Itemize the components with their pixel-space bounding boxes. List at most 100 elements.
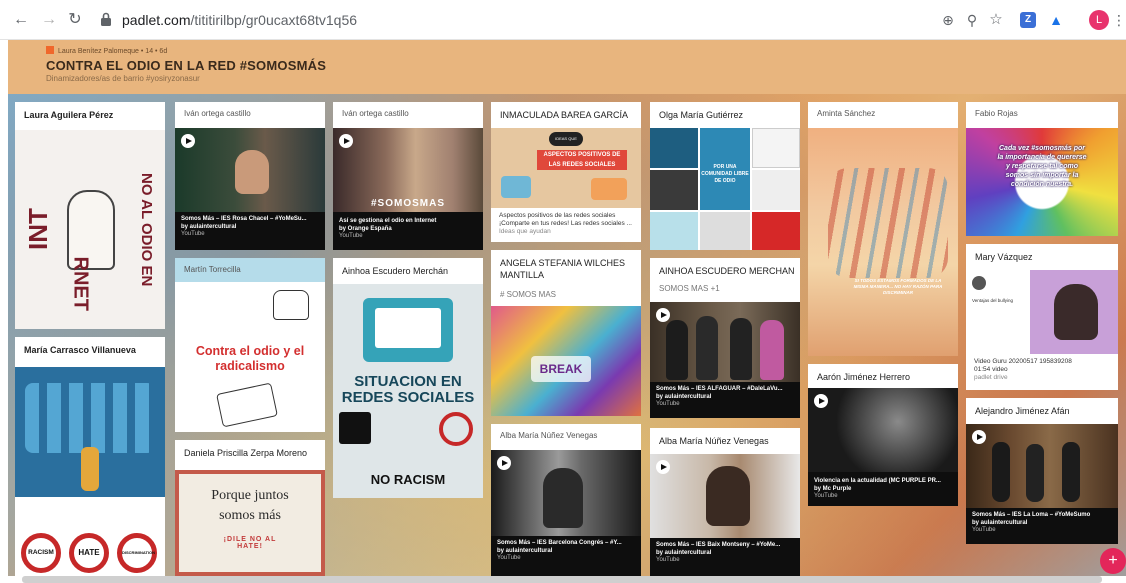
post-card[interactable]: Alba María Núñez Venegas Somos Más – IES…	[650, 428, 800, 576]
prohibited-icon: DISCRIMINATION	[117, 533, 157, 573]
play-icon[interactable]	[972, 430, 986, 444]
post-image-text: SITUACION EN REDES SOCIALES	[341, 373, 475, 406]
post-subtitle: SOMOS MAS +1	[659, 284, 720, 293]
zoom-icon[interactable]: ⚲	[962, 10, 982, 30]
post-card[interactable]: Daniela Priscilla Zerpa Moreno Porque ju…	[175, 440, 325, 576]
video-attachment[interactable]: Somos Más – IES Baix Montseny – #YoMe...…	[650, 454, 800, 576]
post-image-text: Porque juntos	[211, 488, 289, 503]
post-title: Olga María Gutiérrez	[659, 110, 744, 120]
video-attachment[interactable]: #SOMOSMAS Así se gestiona el odio en Int…	[333, 128, 483, 250]
post-card[interactable]: Alejandro Jiménez Afán Somos Más – IES L…	[966, 398, 1118, 544]
post-image: SI TODOS ESTAMOS FORMADOS DE LA MISMA MA…	[808, 128, 958, 356]
post-image-text: INT	[23, 208, 53, 250]
post-image-text: POR UNA COMUNIDAD LIBRE DE ODIO	[700, 128, 750, 210]
add-post-button[interactable]: +	[1100, 548, 1126, 574]
post-card[interactable]: Ainhoa Escudero Merchán SITUACION EN RED…	[333, 258, 483, 498]
video-attachment[interactable]: Somos Más – IES Barcelona Congrés – #Y..…	[491, 450, 641, 576]
post-image: IDEAS QUE AYUDAN ASPECTOS POSITIVOS DE L…	[491, 128, 641, 208]
post-card[interactable]: Iván ortega castillo Somos Más – IES Ros…	[175, 102, 325, 250]
play-icon[interactable]	[497, 456, 511, 470]
post-title: ANGELA STEFANIA WILCHES MANTILLA	[500, 258, 626, 280]
padlet-header: Laura Benítez Palomeque • 14 • 6d CONTRA…	[8, 40, 1126, 94]
prohibited-icon: HATE	[69, 533, 109, 573]
install-app-icon[interactable]: ⊕	[938, 10, 958, 30]
post-image	[15, 367, 165, 497]
post-title: Alejandro Jiménez Afán	[975, 406, 1070, 416]
post-title: Laura Aguilera Pérez	[24, 110, 114, 120]
post-card[interactable]: Martín Torrecilla Contra el odio y el ra…	[175, 258, 325, 432]
extension-graduation-icon[interactable]: ▲	[1046, 10, 1066, 30]
padlet-logo-icon	[46, 46, 54, 54]
horizontal-scrollbar[interactable]	[22, 576, 1102, 583]
play-icon[interactable]	[814, 394, 828, 408]
post-card[interactable]: ANGELA STEFANIA WILCHES MANTILLA # SOMOS…	[491, 250, 641, 416]
post-image-text: RNET	[69, 256, 92, 311]
post-author: Martín Torrecilla	[184, 265, 241, 274]
post-image: BREAK	[491, 306, 641, 416]
forward-arrow-icon[interactable]: →	[38, 9, 60, 31]
post-subtitle: # SOMOS MAS	[500, 290, 557, 299]
badges-row: RACISM HATE DISCRIMINATION	[19, 533, 161, 573]
post-title: Mary Vázquez	[975, 252, 1033, 262]
lock-icon[interactable]	[100, 12, 112, 26]
video-attachment[interactable]: Somos Más – IES ALFAGUAR – #DaleLaVu... b…	[650, 302, 800, 418]
bookmark-star-icon[interactable]: ☆	[986, 10, 1006, 30]
post-image: SITUACION EN REDES SOCIALES NO RACISM	[333, 284, 483, 498]
post-image: Ventajas del bullying	[966, 270, 1118, 354]
board-subtitle: Dinamizadores/as de barrio #yosiryzonasu…	[46, 74, 200, 83]
video-caption: Somos Más – IES ALFAGUAR – #DaleLaVu... b…	[656, 386, 783, 407]
board-title: CONTRA EL ODIO EN LA RED #SOMOSMÁS	[46, 58, 327, 73]
back-arrow-icon[interactable]: ←	[10, 9, 32, 31]
post-card[interactable]: Aminta Sánchez SI TODOS ESTAMOS FORMADOS…	[808, 102, 958, 356]
thumbs-up-icon	[273, 290, 309, 320]
post-card[interactable]: INMACULADA BAREA GARCÍA IDEAS QUE AYUDAN…	[491, 102, 641, 242]
video-caption: Somos Más – IES Baix Montseny – #YoMe...…	[656, 542, 781, 563]
post-card[interactable]: AINHOA ESCUDERO MERCHAN SOMOS MAS +1 Som…	[650, 258, 800, 418]
prohibited-icon	[439, 412, 473, 446]
post-card[interactable]: Olga María Gutiérrez POR UNA COMUNIDAD L…	[650, 102, 800, 250]
video-attachment[interactable]: Somos Más – IES Rosa Chacel – #YoMeSu...…	[175, 128, 325, 250]
post-title: Aarón Jiménez Herrero	[817, 372, 911, 382]
profile-avatar[interactable]: L	[1089, 10, 1109, 30]
post-card[interactable]: Aarón Jiménez Herrero Violencia en la ac…	[808, 364, 958, 506]
video-caption: Violencia en la actualidad (MC PURPLE PR…	[814, 478, 941, 499]
video-caption: Video Guru 20200517 195839208 01:54 video…	[974, 358, 1072, 381]
post-image-text: NO AL ODIO EN	[138, 173, 155, 287]
video-caption: Somos Más – IES Barcelona Congrés – #Y..…	[497, 540, 622, 561]
post-image-text: NO RACISM	[370, 472, 446, 487]
menu-dots-icon[interactable]: ⋮	[1112, 10, 1126, 30]
play-icon[interactable]	[656, 308, 670, 322]
video-attachment[interactable]: Violencia en la actualidad (MC PURPLE PR…	[808, 388, 958, 506]
post-title: Alba María Núñez Venegas	[659, 436, 769, 446]
post-author: Fabio Rojas	[975, 109, 1018, 118]
post-card[interactable]: Iván ortega castillo #SOMOSMAS Así se ge…	[333, 102, 483, 250]
video-caption: Así se gestiona el odio en Internet by Or…	[339, 218, 437, 239]
post-title: AINHOA ESCUDERO MERCHAN	[659, 266, 795, 276]
extension-z-icon[interactable]: Z	[1020, 12, 1036, 28]
post-image-text: Ventajas del bullying	[972, 298, 1014, 303]
post-title: Daniela Priscilla Zerpa Moreno	[184, 448, 308, 458]
post-author: Iván ortega castillo	[342, 109, 409, 118]
post-title: María Carrasco Villanueva	[24, 345, 136, 355]
post-card[interactable]: Alba María Núñez Venegas Somos Más – IES…	[491, 424, 641, 576]
post-image-text: ASPECTOS POSITIVOS DE LAS REDES SOCIALES	[537, 150, 627, 170]
post-title: Ainhoa Escudero Merchán	[342, 266, 449, 276]
post-title: INMACULADA BAREA GARCÍA	[500, 110, 629, 120]
post-author: Alba María Núñez Venegas	[500, 431, 598, 440]
post-card[interactable]: María Carrasco Villanueva RACISM HATE DI…	[15, 337, 165, 577]
play-icon[interactable]	[656, 460, 670, 474]
post-image: INT NO AL ODIO EN RNET	[15, 130, 165, 329]
play-icon[interactable]	[339, 134, 353, 148]
video-attachment[interactable]: Somos Más – IES La Loma – #YoMeSumo by au…	[966, 424, 1118, 544]
post-card[interactable]: Laura Aguilera Pérez INT NO AL ODIO EN R…	[15, 102, 165, 329]
video-caption: Somos Más – IES Rosa Chacel – #YoMeSu...…	[181, 216, 307, 237]
post-image: Contra el odio y el radicalismo	[175, 282, 325, 432]
reload-icon[interactable]: ↻	[64, 9, 86, 31]
post-card[interactable]: Fabio Rojas Cada vez #somosmás por la im…	[966, 102, 1118, 236]
browser-toolbar: ← → ↻ padlet.com/tititirilbp/gr0ucaxt68t…	[0, 0, 1126, 40]
post-card[interactable]: Mary Vázquez Ventajas del bullying Video…	[966, 244, 1118, 390]
board-author: Laura Benítez Palomeque • 14 • 6d	[46, 46, 167, 55]
post-image: Porque juntos somos más ¡DILE NO AL HATE…	[175, 470, 325, 576]
post-image-text: IDEAS QUE AYUDAN	[549, 132, 583, 155]
play-icon[interactable]	[181, 134, 195, 148]
